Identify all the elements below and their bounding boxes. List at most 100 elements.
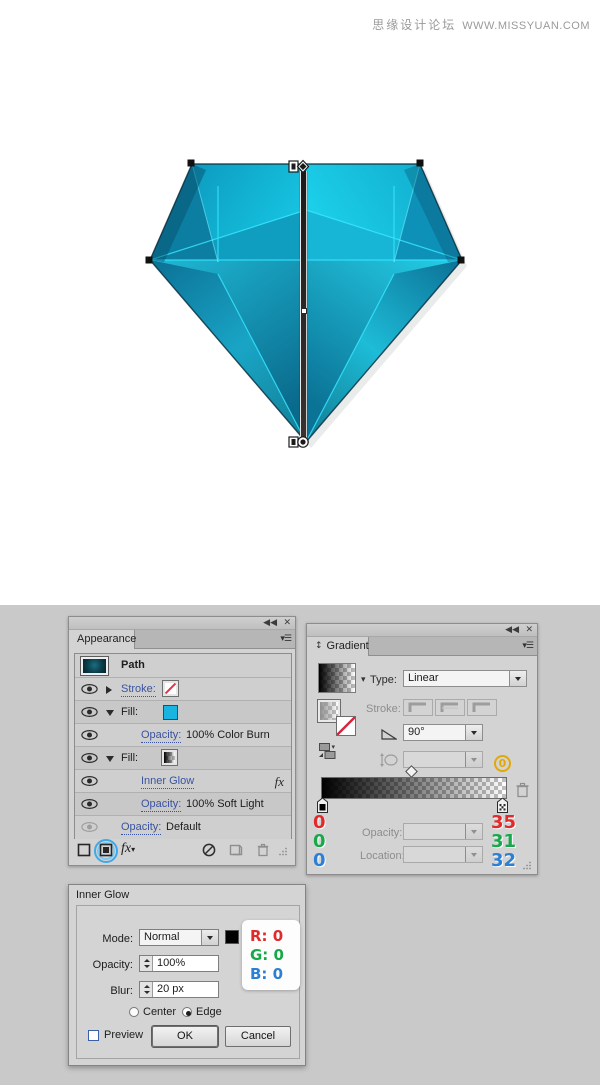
mode-select[interactable]: Normal — [139, 929, 219, 946]
disclosure-triangle-icon[interactable] — [106, 710, 114, 716]
opacity-input[interactable]: 100% — [139, 955, 219, 972]
gradient-annotator-start-handle[interactable] — [287, 159, 311, 175]
ok-button[interactable]: OK — [152, 1026, 218, 1047]
collapse-icon[interactable]: ◀◀ — [263, 618, 277, 629]
appearance-row-inner-glow[interactable]: Inner Glow fx — [75, 770, 291, 793]
stroke-swatch-none[interactable] — [162, 680, 179, 697]
gradient-stop-start[interactable] — [317, 798, 328, 813]
visibility-eye-icon[interactable] — [81, 683, 98, 695]
illustration-canvas[interactable]: 思缘设计论坛 WWW.MISSYUAN.COM — [0, 0, 600, 605]
appearance-panel[interactable]: ◀◀ ✕ Appearance ▾☰ Path Stroke: Fill: Op… — [68, 616, 296, 866]
radio-edge[interactable] — [182, 1007, 192, 1017]
gradient-preset-chevron-down-icon[interactable]: ▾ — [361, 674, 366, 685]
tab-gradient[interactable]: ↕ Gradient — [307, 637, 369, 656]
delete-stop-trash-icon[interactable] — [515, 782, 530, 798]
stroke-proxy-swatch[interactable] — [336, 716, 356, 736]
appearance-list[interactable]: Path Stroke: Fill: Opacity: 100% Color B… — [74, 653, 292, 839]
blur-stepper[interactable] — [140, 982, 153, 997]
preview-label[interactable]: Preview — [104, 1029, 143, 1041]
panel-menu-icon[interactable]: ▾☰ — [522, 641, 534, 651]
chevron-down-icon[interactable] — [465, 752, 482, 767]
annotation-glow-b: B: 0 — [250, 965, 284, 983]
close-icon[interactable]: ✕ — [525, 625, 533, 636]
annotation-right-g: 31 — [491, 831, 517, 852]
mode-value: Normal — [144, 931, 180, 943]
disclosure-triangle-icon[interactable] — [106, 756, 114, 762]
gradient-annotator-midpoint[interactable] — [301, 308, 307, 314]
resize-grip-icon[interactable] — [279, 847, 288, 856]
appearance-row-opacity3-label[interactable]: Opacity: — [121, 821, 162, 835]
add-new-stroke-button[interactable] — [77, 843, 91, 857]
tab-appearance[interactable]: Appearance — [69, 630, 136, 649]
gradient-location-input[interactable] — [403, 846, 483, 863]
fx-icon[interactable]: fx — [275, 774, 284, 790]
annotation-right-r: 35 — [491, 812, 517, 833]
resize-grip-icon[interactable] — [523, 861, 532, 870]
inner-glow-dialog[interactable]: Inner Glow Mode: Normal Opacity: 100% Bl… — [68, 884, 306, 1066]
gradient-annotator-end-handle[interactable] — [287, 435, 311, 449]
add-new-effect-button[interactable]: fx▾ — [121, 841, 135, 857]
radio-edge-label[interactable]: Edge — [196, 1006, 222, 1018]
fill-swatch-cyan[interactable] — [163, 705, 178, 720]
radio-center[interactable] — [129, 1007, 139, 1017]
visibility-eye-icon[interactable] — [81, 729, 98, 741]
gradient-stop-end[interactable] — [497, 798, 508, 813]
gradient-stroke-type-group[interactable] — [403, 699, 497, 716]
delete-item-button[interactable] — [256, 843, 270, 857]
collapse-icon[interactable]: ◀◀ — [505, 625, 519, 636]
visibility-eye-icon[interactable] — [81, 752, 98, 764]
visibility-eye-icon[interactable] — [81, 821, 98, 833]
gradient-annotator-bar[interactable] — [300, 171, 307, 441]
appearance-row-opacity-label[interactable]: Opacity: — [141, 729, 182, 743]
gradient-aspect-input[interactable] — [403, 751, 483, 768]
cancel-button[interactable]: Cancel — [225, 1026, 291, 1047]
appearance-row-opacity-color-burn[interactable]: Opacity: 100% Color Burn — [75, 724, 291, 747]
glow-color-swatch[interactable] — [225, 930, 239, 944]
gradient-opacity-input[interactable] — [403, 823, 483, 840]
gradient-panel[interactable]: ◀◀ ✕ ↕ Gradient ▾☰ ▾ ▾ Type: Linear Stro… — [306, 623, 538, 875]
fill-swatch-gradient[interactable] — [161, 749, 178, 766]
appearance-row-inner-glow-label[interactable]: Inner Glow — [141, 775, 195, 789]
chevron-down-icon[interactable] — [465, 847, 482, 862]
appearance-target-row[interactable]: Path — [75, 654, 291, 678]
chevron-down-icon[interactable] — [465, 725, 482, 740]
appearance-titlebar[interactable]: ◀◀ ✕ — [69, 617, 295, 630]
visibility-eye-icon[interactable] — [81, 798, 98, 810]
gradient-slider[interactable] — [321, 777, 507, 799]
appearance-row-fill-solid[interactable]: Fill: — [75, 701, 291, 724]
appearance-row-opacity-default[interactable]: Opacity: Default — [75, 816, 291, 839]
visibility-eye-icon[interactable] — [81, 706, 98, 718]
radio-center-label[interactable]: Center — [143, 1006, 176, 1018]
appearance-row-opacity-soft-light[interactable]: Opacity: 100% Soft Light — [75, 793, 291, 816]
clear-appearance-button[interactable] — [202, 843, 216, 857]
duplicate-item-button[interactable] — [229, 843, 243, 857]
chevron-down-icon[interactable] — [509, 671, 526, 686]
gradient-angle-input[interactable]: 90° — [403, 724, 483, 741]
stroke-across-button[interactable] — [467, 699, 497, 716]
opacity-value: 100% — [157, 957, 186, 969]
appearance-row-opacity2-label[interactable]: Opacity: — [141, 798, 182, 812]
add-new-fill-button[interactable] — [99, 843, 113, 857]
appearance-row-stroke[interactable]: Stroke: — [75, 678, 291, 701]
appearance-row-fill-gradient[interactable]: Fill: — [75, 747, 291, 770]
preview-checkbox[interactable] — [88, 1030, 99, 1041]
gradient-tabrow: ↕ Gradient ▾☰ — [307, 637, 537, 656]
blur-input[interactable]: 20 px — [139, 981, 219, 998]
stroke-within-button[interactable] — [403, 699, 433, 716]
gradient-titlebar[interactable]: ◀◀ ✕ — [307, 624, 537, 637]
gradient-type-proxy-icon[interactable]: ▾ — [319, 743, 341, 759]
current-gradient-thumbnail[interactable] — [318, 663, 356, 693]
close-icon[interactable]: ✕ — [283, 618, 291, 629]
watermark-cn: 思缘设计论坛 — [372, 18, 457, 32]
visibility-eye-icon[interactable] — [81, 775, 98, 787]
stroke-along-button[interactable] — [435, 699, 465, 716]
disclosure-triangle-icon[interactable] — [106, 686, 112, 694]
opacity-stepper[interactable] — [140, 956, 153, 971]
chevron-down-icon[interactable] — [201, 930, 218, 945]
panel-menu-icon[interactable]: ▾☰ — [280, 634, 292, 644]
gradient-annotator[interactable] — [288, 159, 310, 448]
appearance-toolbar[interactable]: fx▾ — [74, 839, 292, 863]
gradient-type-select[interactable]: Linear — [403, 670, 527, 687]
appearance-row-stroke-label[interactable]: Stroke: — [121, 683, 156, 697]
chevron-down-icon[interactable] — [465, 824, 482, 839]
